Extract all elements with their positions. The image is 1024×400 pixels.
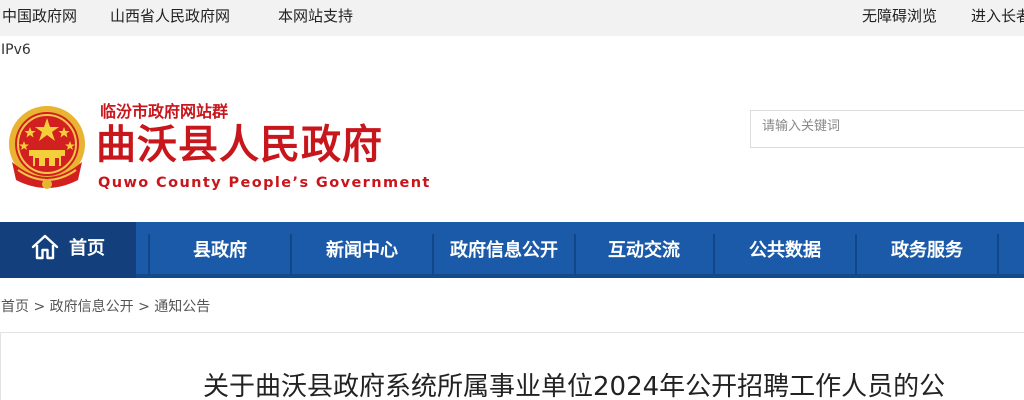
national-emblem-icon (9, 106, 85, 189)
article-title: 关于曲沃县政府系统所属事业单位2024年公开招聘工作人员的公 (203, 372, 946, 400)
nav-home[interactable]: 首页 (0, 222, 136, 278)
site-group-label: 临汾市政府网站群 (100, 102, 229, 121)
nav-gov-info-public[interactable]: 政府信息公开 (434, 230, 574, 278)
search-box (750, 110, 1024, 148)
breadcrumb-gov-info[interactable]: 政府信息公开 (50, 299, 134, 315)
link-accessibility[interactable]: 无障碍浏览 (862, 0, 937, 32)
search-input[interactable] (751, 111, 1024, 141)
home-icon (31, 234, 59, 260)
nav-news-center[interactable]: 新闻中心 (292, 230, 432, 278)
site-title-english: Quwo County People’s Government (98, 175, 431, 191)
breadcrumb-home[interactable]: 首页 (1, 299, 29, 315)
nav-gov-services[interactable]: 政务服务 (857, 230, 997, 278)
breadcrumb: 首页 > 政府信息公开 > 通知公告 (1, 296, 210, 316)
breadcrumb-notices[interactable]: 通知公告 (154, 299, 210, 315)
nav-interaction[interactable]: 互动交流 (576, 230, 712, 278)
main-nav: 首页 县政府 新闻中心 政府信息公开 互动交流 公共数据 政务服务 (0, 222, 1024, 278)
ipv6-badge: IPv6 (1, 42, 31, 58)
nav-county-gov[interactable]: 县政府 (150, 230, 290, 278)
link-elder-mode[interactable]: 进入长者 (971, 0, 1024, 32)
top-links-bar: 中国政府网 山西省人民政府网 本网站支持 无障碍浏览 进入长者 (0, 0, 1024, 36)
breadcrumb-separator: > (138, 299, 150, 315)
site-title[interactable]: 曲沃县人民政府 (96, 120, 383, 170)
link-china-gov[interactable]: 中国政府网 (2, 0, 77, 32)
nav-home-label: 首页 (69, 238, 105, 259)
nav-public-data[interactable]: 公共数据 (715, 230, 855, 278)
link-shanxi-gov[interactable]: 山西省人民政府网 (110, 0, 230, 32)
nav-separator (997, 234, 999, 274)
link-site-support[interactable]: 本网站支持 (278, 0, 353, 32)
breadcrumb-separator: > (33, 299, 46, 315)
